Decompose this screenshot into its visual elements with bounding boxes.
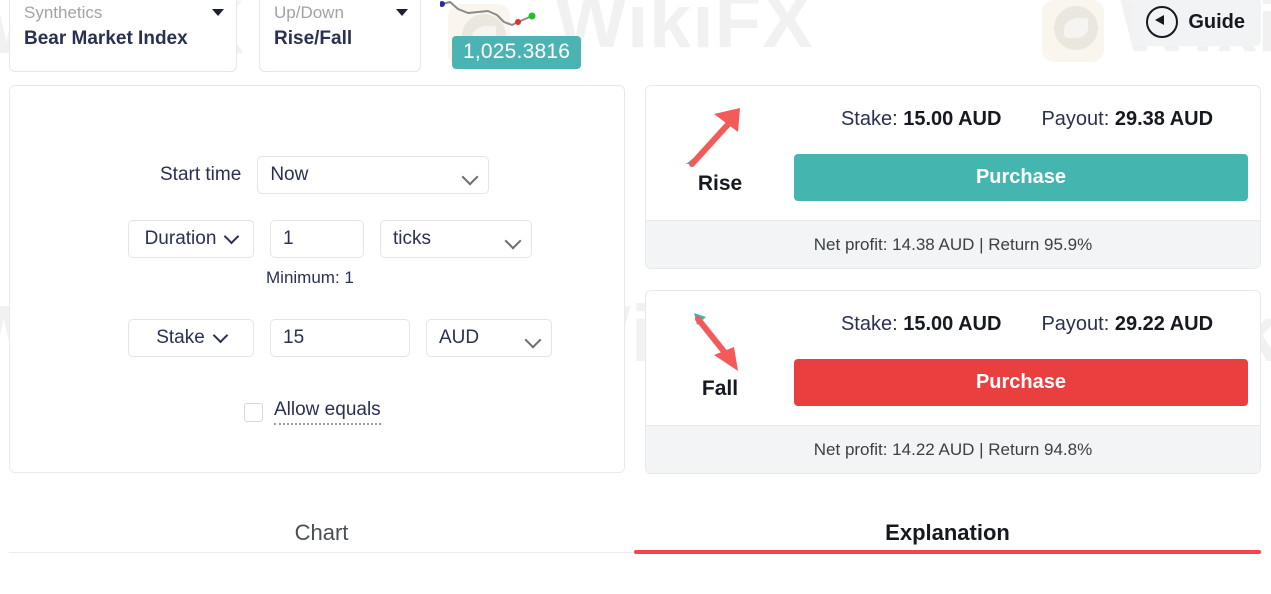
arrow-up-right-icon [686,108,740,167]
duration-type-select[interactable]: Duration [128,220,254,258]
purchase-label: Purchase [975,166,1067,188]
caret-down-icon [212,9,224,16]
caret-down-icon [396,9,408,16]
contract-direction-rise: Rise [697,172,743,195]
stake-amount: 15.00 AUD [903,108,1002,130]
purchase-button-rise[interactable]: Purchase [794,154,1248,201]
stake-caption: Stake: [840,108,898,130]
stake-row: Stake 15 AUD [128,319,552,357]
start-time-select[interactable]: Now [257,156,490,194]
play-circle-icon [1146,6,1179,38]
payout-amount: 29.38 AUD [1114,108,1214,130]
sparkline-start-dot [440,1,445,7]
payout-amount: 29.22 AUD [1114,313,1214,335]
start-time-label: Start time [160,164,242,185]
guide-button[interactable]: Guide [1132,0,1261,46]
price-ticker: 1,025.3816 [440,0,600,70]
duration-type-label: Duration [144,228,217,249]
duration-unit-select[interactable]: ticks [380,220,532,258]
purchase-button-fall[interactable]: Purchase [794,359,1248,406]
currency-select[interactable]: AUD [426,319,552,357]
guide-label: Guide [1188,10,1245,33]
payout-caption: Payout: [1041,313,1110,335]
duration-value: 1 [283,228,294,249]
contract-card-rise: Rise Stake: 15.00 AUD Payout: 29.38 AUD … [645,85,1261,269]
contract-body: Fall Stake: 15.00 AUD Payout: 29.22 AUD … [646,291,1260,425]
start-time-row: Start time Now [160,156,490,194]
contract-footer-rise: Net profit: 14.38 AUD | Return 95.9% [646,220,1260,268]
chevron-down-icon [212,327,229,344]
allow-equals-label: Allow equals [274,399,381,425]
stake-type-select[interactable]: Stake [128,319,254,357]
stake-amount: 15.00 AUD [903,313,1002,335]
contract-amounts: Stake: 15.00 AUD Payout: 29.38 AUD [794,108,1260,131]
checkbox-unchecked-icon[interactable] [244,402,263,422]
stake-amount-input[interactable]: 15 [270,319,410,357]
stake-display: Stake: 15.00 AUD [841,108,1001,131]
duration-unit-value: ticks [393,228,431,249]
bottom-tabs: Chart Explanation [0,505,1271,565]
payout-caption: Payout: [1041,108,1110,130]
stake-display: Stake: 15.00 AUD [841,313,1001,336]
trade-type-category: Up/Down [274,3,344,22]
market-selector[interactable]: Synthetics Bear Market Index [9,0,237,72]
allow-equals-row[interactable]: Allow equals [244,399,381,425]
duration-minimum-note: Minimum: 1 [266,268,354,287]
duration-value-input[interactable]: 1 [270,220,364,258]
contract-body: Rise Stake: 15.00 AUD Payout: 29.38 AUD … [646,86,1260,220]
start-time-value: Now [270,164,309,185]
payout-display: Payout: 29.22 AUD [1041,313,1213,336]
sparkline-chart [440,1,536,26]
purchase-label: Purchase [975,371,1067,393]
tab-chart[interactable]: Chart [9,505,634,561]
contract-amounts: Stake: 15.00 AUD Payout: 29.22 AUD [794,313,1260,336]
contract-card-fall: Fall Stake: 15.00 AUD Payout: 29.22 AUD … [645,290,1261,474]
stake-caption: Stake: [840,313,898,335]
stake-amount-value: 15 [283,327,305,348]
arrow-down-right-icon [694,313,738,371]
market-category: Synthetics [24,3,103,22]
chevron-down-icon [224,228,240,245]
contract-footer-fall: Net profit: 14.22 AUD | Return 94.8% [646,425,1260,473]
chevron-down-icon [504,232,522,250]
payout-display: Payout: 29.38 AUD [1041,108,1213,131]
sparkline-current-dot [528,12,536,20]
market-name: Bear Market Index [24,28,188,49]
trade-type-selector[interactable]: Up/Down Rise/Fall [259,0,421,72]
tab-explanation-label: Explanation [885,520,1010,545]
currency-value: AUD [439,327,480,348]
sparkline-low-dot [515,19,521,25]
chevron-down-icon [524,331,542,349]
trade-type-name: Rise/Fall [274,28,353,49]
duration-row: Duration 1 ticks [128,220,532,258]
contract-direction-fall: Fall [701,377,739,400]
tab-active-underline [634,550,1261,554]
chevron-down-icon [461,168,479,186]
trade-parameters-panel: Start time Now Duration 1 ticks Minimum:… [9,85,625,473]
trading-page: WikiFX WikiFX WikiFX WikiFX WikiFX WikiF… [0,0,1271,594]
tab-chart-label: Chart [294,520,349,545]
top-bar: Synthetics Bear Market Index Up/Down Ris… [0,0,1271,78]
current-price: 1,025.3816 [452,36,582,69]
stake-type-label: Stake [156,327,205,348]
